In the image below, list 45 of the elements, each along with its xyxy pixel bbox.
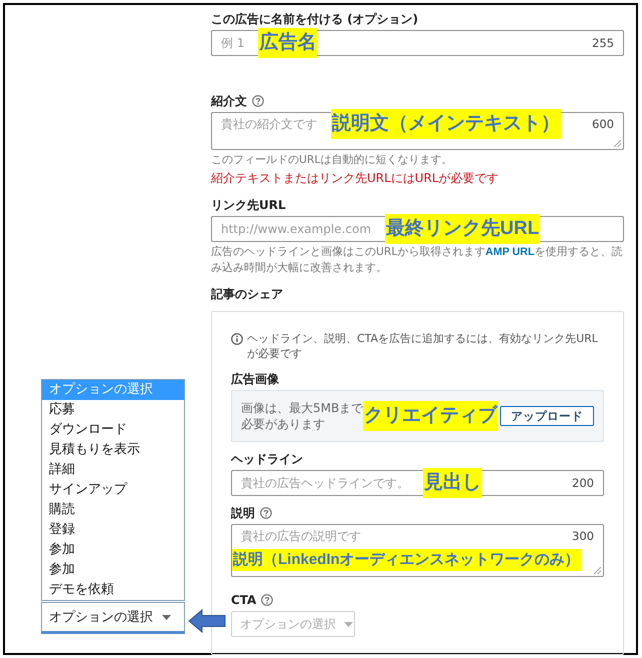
info-text: ヘッドライン、説明、CTAを広告に追加するには、有効なリンク先URLが必要です: [247, 331, 599, 361]
highlight-label: 広告名: [258, 28, 318, 58]
character-counter: 300: [572, 529, 594, 543]
field-label: リンク先URL: [211, 197, 286, 213]
resize-handle-icon[interactable]: [594, 567, 601, 574]
resize-handle-icon[interactable]: [614, 140, 621, 147]
field-label: 紹介文: [211, 93, 247, 109]
highlight-label: 説明（LinkedInオーディエンスネットワークのみ）: [232, 549, 581, 571]
text-field[interactable]: 例 1 広告名 255: [211, 30, 624, 56]
help-icon[interactable]: [260, 507, 272, 519]
upload-hint-text: 画像は、最大5MBまで: [241, 400, 364, 416]
highlight-label: 説明文（メインテキスト）: [331, 109, 561, 139]
placeholder-text: 貴社の広告の説明です: [241, 528, 361, 544]
text-field[interactable]: 貴社の広告ヘッドラインです。 見出し 200: [231, 470, 604, 496]
text-field[interactable]: http://www.example.com 最終リンク先URL: [211, 216, 624, 242]
amp-url-link[interactable]: AMP URL: [485, 246, 534, 258]
field-label: 広告画像: [231, 371, 279, 387]
upload-button[interactable]: アップロード: [500, 406, 594, 426]
highlight-label: 最終リンク先URL: [385, 214, 540, 244]
placeholder-text: 貴社の広告ヘッドラインです。: [241, 474, 409, 492]
text-area-field[interactable]: 貴社の紹介文です 説明文（メインテキスト） 600: [211, 112, 624, 150]
highlight-label: 見出し: [423, 468, 482, 498]
placeholder-text: 貴社の紹介文です: [221, 116, 317, 132]
upload-hint-text: 必要があります: [241, 416, 326, 432]
caret-icon: [344, 622, 353, 626]
field-label: 説明: [231, 505, 255, 521]
placeholder-text: http://www.example.com: [221, 222, 372, 236]
info-icon: [231, 333, 243, 345]
placeholder-text: 例 1: [221, 34, 244, 52]
help-icon[interactable]: [252, 95, 264, 107]
section-title: 記事のシェア: [211, 286, 284, 302]
hint-text: 広告のヘッドラインと画像はこのURLから取得されますAMP URLを使用すると、読み込み時間が大幅に改善されます。: [211, 244, 624, 275]
highlight-label: クリエイティブ: [363, 401, 498, 431]
character-counter: 200: [572, 476, 594, 490]
left-arrow-icon: [188, 609, 226, 633]
field-label: CTA: [231, 592, 256, 608]
character-counter: 255: [592, 36, 614, 50]
error-text: 紹介テキストまたはリンク先URLにはURLが必要です: [211, 170, 500, 186]
option-select[interactable]: オプションの選択: [41, 602, 185, 634]
text-area-field[interactable]: 貴社の広告の説明です 300 説明（LinkedInオーディエンスネットワークのみ）: [231, 524, 604, 577]
caret-icon: [162, 614, 171, 620]
character-counter: 600: [592, 117, 614, 131]
hint-text: このフィールドのURLは自動的に短くなります。: [211, 152, 454, 167]
field-label: この広告に名前を付ける (オプション): [211, 11, 418, 27]
field-label: ヘッドライン: [231, 451, 303, 467]
